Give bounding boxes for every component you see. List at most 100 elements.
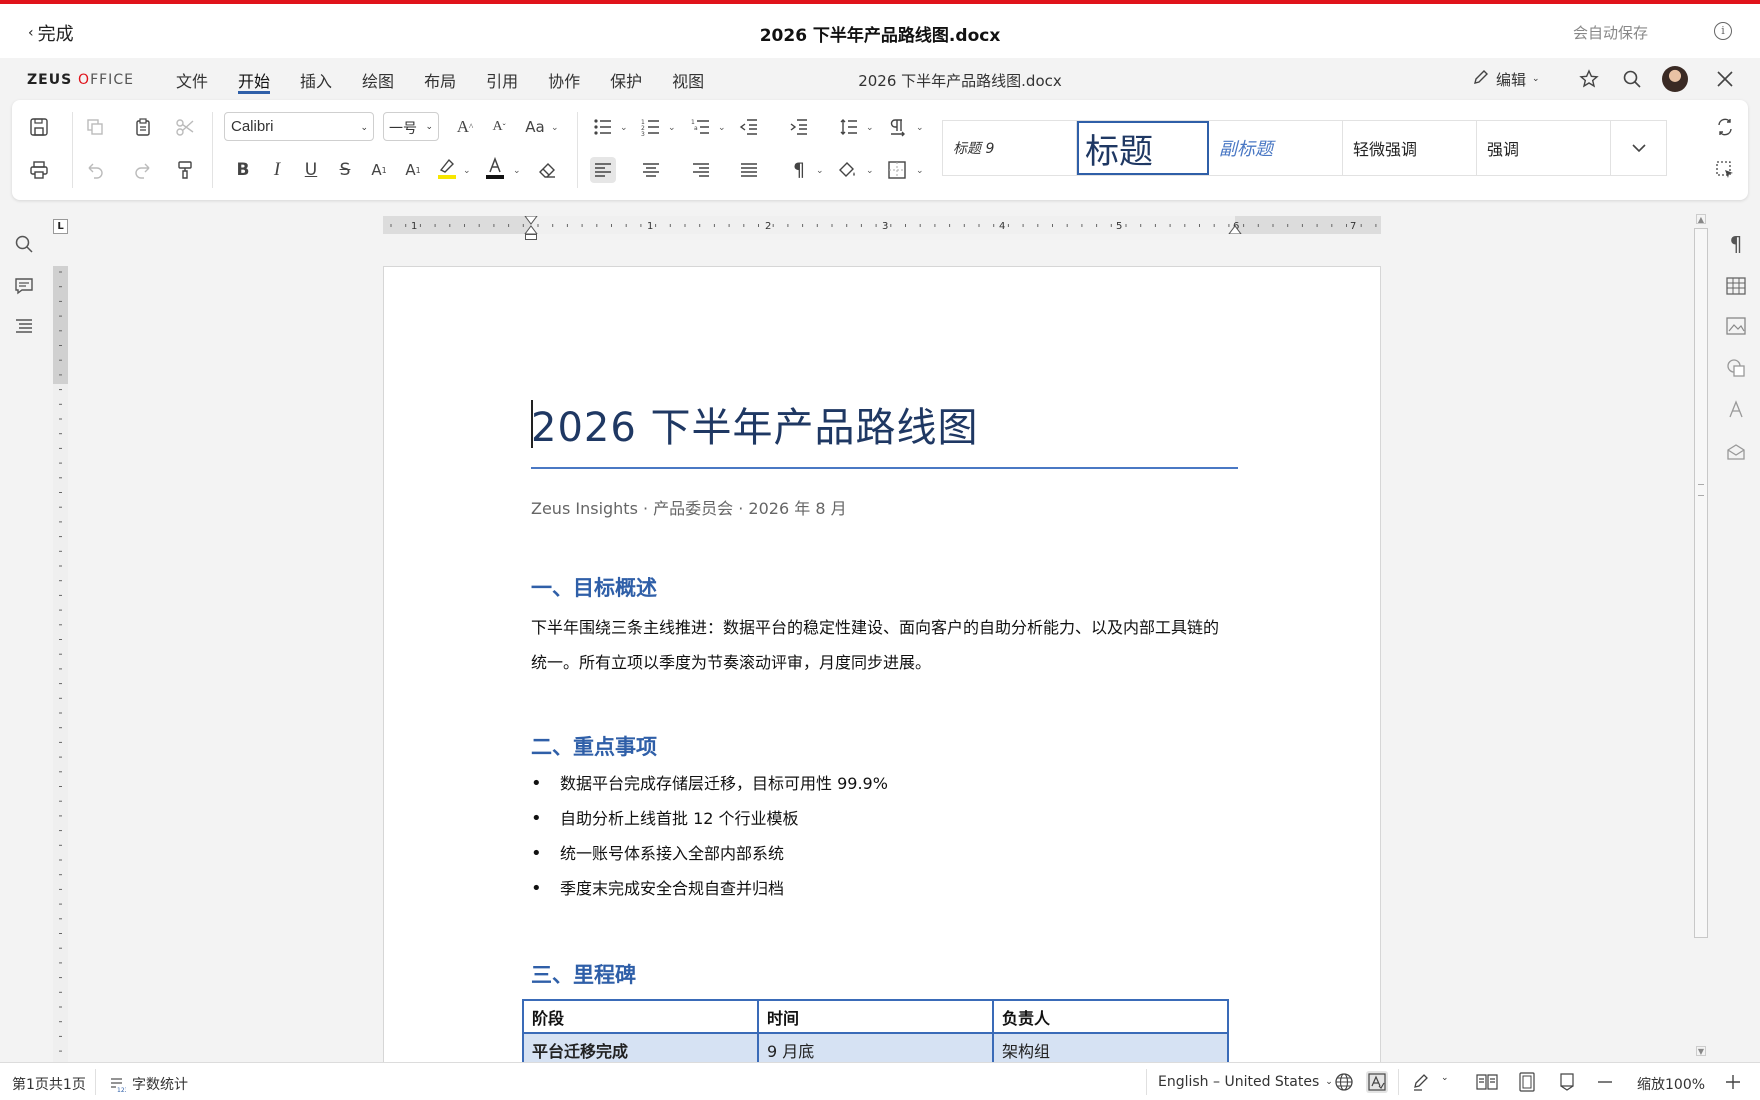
- select-icon[interactable]: [1712, 157, 1738, 183]
- vertical-ruler[interactable]: [53, 266, 68, 1062]
- replace-icon[interactable]: [1712, 114, 1738, 140]
- undo-icon[interactable]: [82, 157, 108, 183]
- paragraph-overview[interactable]: 下半年围绕三条主线推进：数据平台的稳定性建设、面向客户的自助分析能力、以及内部工…: [531, 610, 1231, 680]
- find-icon[interactable]: [12, 232, 36, 256]
- chevron-down-icon[interactable]: ⌄: [620, 123, 628, 133]
- horizontal-ruler[interactable]: 1 1 2 3 4 5 6 7: [383, 216, 1381, 234]
- edit-mode-button[interactable]: 编辑 ⌄: [1472, 68, 1540, 90]
- paste-icon[interactable]: [130, 114, 156, 140]
- table-icon[interactable]: [1724, 274, 1748, 298]
- font-size-select[interactable]: 一号 ⌄: [383, 112, 439, 141]
- zoom-level[interactable]: 缩放100%: [1637, 1074, 1705, 1094]
- spellcheck-icon[interactable]: [1366, 1071, 1388, 1093]
- save-icon[interactable]: [26, 114, 52, 140]
- justify-icon[interactable]: [736, 157, 762, 183]
- info-icon[interactable]: i: [1714, 22, 1732, 40]
- list-item[interactable]: 数据平台完成存储层迁移，目标可用性 99.9%: [531, 770, 888, 805]
- line-spacing-icon[interactable]: [836, 114, 862, 140]
- chevron-down-icon[interactable]: ⌄: [916, 166, 924, 176]
- menu-tab-protect[interactable]: 保护: [610, 68, 642, 94]
- list-item[interactable]: 季度末完成安全合规自查并归档: [531, 875, 888, 910]
- menu-tab-layout[interactable]: 布局: [424, 68, 456, 94]
- star-icon[interactable]: [1577, 67, 1601, 91]
- search-icon[interactable]: [1620, 67, 1644, 91]
- italic-icon[interactable]: I: [264, 157, 290, 183]
- page-count[interactable]: 第1页共1页: [12, 1074, 86, 1094]
- user-avatar[interactable]: [1662, 66, 1688, 92]
- scroll-down-arrow[interactable]: ▼: [1696, 1046, 1706, 1056]
- list-item[interactable]: 自助分析上线首批 12 个行业模板: [531, 805, 888, 840]
- document-page[interactable]: 2026 下半年产品路线图 Zeus Insights · 产品委员会 · 20…: [383, 266, 1381, 1066]
- text-direction-icon[interactable]: [884, 114, 910, 140]
- left-indent-marker[interactable]: [525, 234, 537, 240]
- multilevel-list-icon[interactable]: 1a: [688, 114, 714, 140]
- reading-view-icon[interactable]: [1476, 1071, 1498, 1093]
- chevron-down-icon[interactable]: ⌄: [916, 123, 924, 133]
- highlight-icon[interactable]: [434, 155, 460, 181]
- mailing-icon[interactable]: [1724, 440, 1748, 464]
- chevron-down-icon[interactable]: ⌄: [513, 166, 521, 176]
- copy-icon[interactable]: [82, 114, 108, 140]
- underline-icon[interactable]: U: [298, 157, 324, 183]
- increase-indent-icon[interactable]: [786, 114, 812, 140]
- strikethrough-icon[interactable]: S: [332, 157, 358, 183]
- chevron-down-icon[interactable]: ⌄: [866, 123, 874, 133]
- chevron-down-icon[interactable]: ⌄: [866, 166, 874, 176]
- subscript-icon[interactable]: A1: [400, 157, 426, 183]
- list-item[interactable]: 统一账号体系接入全部内部系统: [531, 840, 888, 875]
- close-icon[interactable]: [1713, 67, 1737, 91]
- shapes-icon[interactable]: [1724, 356, 1748, 380]
- borders-icon[interactable]: [884, 157, 910, 183]
- scroll-up-arrow[interactable]: ▲: [1696, 214, 1706, 224]
- align-left-icon[interactable]: [590, 157, 616, 183]
- change-case-icon[interactable]: Aa: [520, 114, 550, 140]
- chevron-down-icon[interactable]: ⌄: [463, 166, 471, 176]
- shrink-font-icon[interactable]: Aˇ: [486, 114, 512, 140]
- outline-icon[interactable]: [12, 314, 36, 338]
- document-heading-title[interactable]: 2026 下半年产品路线图: [531, 395, 1238, 469]
- tab-stop-selector[interactable]: L: [53, 219, 68, 234]
- track-changes-icon[interactable]: [1411, 1071, 1433, 1093]
- image-icon[interactable]: [1724, 314, 1748, 338]
- shading-icon[interactable]: [834, 157, 860, 183]
- superscript-icon[interactable]: A1: [366, 157, 392, 183]
- table-header-cell[interactable]: 时间: [757, 999, 994, 1034]
- bullet-list-icon[interactable]: [590, 114, 616, 140]
- style-emphasis[interactable]: 强调: [1477, 121, 1611, 175]
- styles-expand-button[interactable]: [1610, 121, 1666, 175]
- pilcrow-icon[interactable]: ¶: [786, 157, 812, 183]
- formatting-marks-icon[interactable]: ¶: [1724, 232, 1748, 256]
- style-title[interactable]: 标题: [1077, 121, 1209, 175]
- menu-tab-file[interactable]: 文件: [176, 68, 208, 94]
- table-header-cell[interactable]: 负责人: [992, 999, 1229, 1034]
- font-color-icon[interactable]: [482, 155, 508, 181]
- align-right-icon[interactable]: [688, 157, 714, 183]
- word-count-button[interactable]: 123 字数统计: [110, 1074, 188, 1094]
- chevron-down-icon[interactable]: ⌄: [718, 123, 726, 133]
- style-subtitle[interactable]: 副标题: [1209, 121, 1343, 175]
- comment-icon[interactable]: [12, 274, 36, 298]
- font-family-select[interactable]: Calibri ⌄: [224, 112, 374, 141]
- redo-icon[interactable]: [130, 157, 156, 183]
- menu-tab-collaborate[interactable]: 协作: [548, 68, 580, 94]
- cut-icon[interactable]: [172, 114, 198, 140]
- style-heading9[interactable]: 标题 9: [943, 121, 1077, 175]
- menu-tab-references[interactable]: 引用: [486, 68, 518, 94]
- menu-tab-home[interactable]: 开始: [238, 68, 271, 94]
- chevron-down-icon[interactable]: ⌄: [551, 123, 559, 133]
- table-header-cell[interactable]: 阶段: [522, 999, 759, 1034]
- format-painter-icon[interactable]: [172, 157, 198, 183]
- align-center-icon[interactable]: [638, 157, 664, 183]
- web-layout-icon[interactable]: [1556, 1071, 1578, 1093]
- zoom-in-icon[interactable]: [1722, 1071, 1744, 1093]
- decrease-indent-icon[interactable]: [736, 114, 762, 140]
- print-layout-icon[interactable]: [1516, 1071, 1538, 1093]
- chevron-down-icon[interactable]: ⌄: [816, 166, 824, 176]
- globe-icon[interactable]: [1333, 1071, 1355, 1093]
- section-heading-overview[interactable]: 一、目标概述: [531, 572, 657, 602]
- menu-tab-insert[interactable]: 插入: [300, 68, 332, 94]
- scroll-thumb[interactable]: [1694, 228, 1708, 938]
- print-icon[interactable]: [26, 157, 52, 183]
- document-subtitle[interactable]: Zeus Insights · 产品委员会 · 2026 年 8 月: [531, 495, 847, 519]
- vertical-scrollbar[interactable]: ▲ ▼: [1694, 212, 1708, 1060]
